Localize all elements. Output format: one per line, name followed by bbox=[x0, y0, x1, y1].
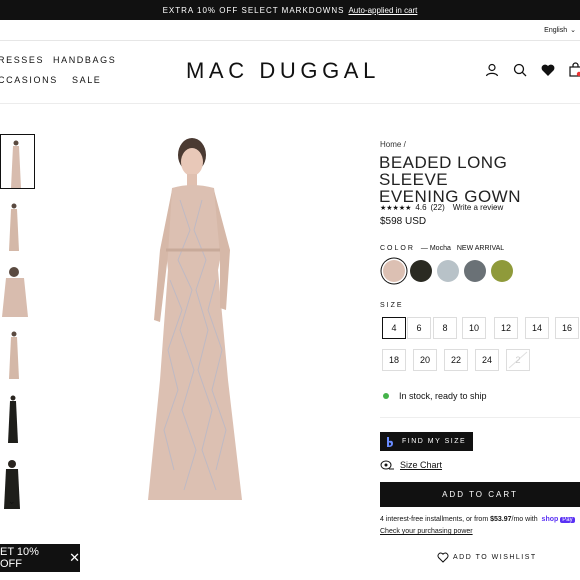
cart-icon[interactable] bbox=[568, 62, 580, 78]
size-chart-label: Size Chart bbox=[400, 460, 443, 470]
size-option[interactable]: 22 bbox=[444, 349, 468, 371]
color-label: COLOR bbox=[380, 245, 415, 252]
add-to-cart-button[interactable]: ADD TO CART bbox=[380, 482, 580, 507]
title-line: BEADED LONG SLEEVE bbox=[379, 153, 508, 189]
nav-item-handbags[interactable]: HANDBAGS bbox=[53, 55, 116, 65]
add-to-wishlist-button[interactable]: ADD TO WISHLIST bbox=[437, 552, 537, 563]
chevron-down-icon[interactable]: ⌄ bbox=[570, 26, 576, 34]
nav-item-sale[interactable]: SALE bbox=[72, 75, 101, 85]
size-option[interactable]: 20 bbox=[413, 349, 437, 371]
product-title: BEADED LONG SLEEVE EVENING GOWN bbox=[379, 154, 579, 205]
size-option[interactable]: 6 bbox=[407, 317, 431, 339]
swatch-charcoal[interactable] bbox=[464, 260, 486, 282]
find-my-size-button[interactable]: FIND MY SIZE bbox=[380, 432, 473, 451]
gallery-thumbnail[interactable] bbox=[0, 454, 35, 509]
swatch-silver[interactable] bbox=[437, 260, 459, 282]
review-count[interactable]: (22) bbox=[431, 203, 445, 212]
divider bbox=[380, 417, 580, 418]
close-icon[interactable]: ✕ bbox=[69, 550, 80, 566]
check-purchasing-power-link[interactable]: Check your purchasing power bbox=[380, 528, 473, 535]
promo-bar: EXTRA 10% OFF SELECT MARKDOWNS Auto-appl… bbox=[0, 0, 580, 20]
size-option[interactable]: 16 bbox=[555, 317, 579, 339]
price: $598 USD bbox=[380, 216, 427, 227]
size-option[interactable]: 8 bbox=[433, 317, 457, 339]
size-chart-link[interactable]: Size Chart bbox=[380, 460, 442, 470]
search-icon[interactable] bbox=[512, 62, 528, 78]
language-bar: English ⌄ bbox=[0, 20, 580, 40]
size-option[interactable]: 24 bbox=[475, 349, 499, 371]
promo-link[interactable]: Auto-applied in cart bbox=[348, 6, 417, 15]
rating-row: ★★★★★ 4.6 (22) Write a review bbox=[380, 203, 503, 212]
size-option-unavailable: 2 bbox=[506, 349, 530, 371]
stock-status: In stock, ready to ship bbox=[383, 391, 487, 401]
size-option[interactable]: 10 bbox=[462, 317, 486, 339]
stock-text: In stock, ready to ship bbox=[399, 391, 487, 401]
size-label: SIZE bbox=[380, 302, 404, 309]
size-label-unavailable: 2 bbox=[515, 355, 521, 365]
language-selector[interactable]: English bbox=[544, 27, 567, 34]
gallery-thumbnail[interactable] bbox=[0, 390, 35, 445]
gallery-thumbnail[interactable] bbox=[0, 198, 35, 253]
installments-text: 4 interest-free installments, or from $5… bbox=[380, 516, 575, 523]
size-option[interactable]: 12 bbox=[494, 317, 518, 339]
user-icon[interactable] bbox=[484, 62, 500, 78]
product-image bbox=[148, 138, 242, 500]
installments-amount: $53.97 bbox=[490, 516, 512, 523]
gallery-thumbnail[interactable] bbox=[0, 326, 35, 381]
shop-pay-logo: shop bbox=[541, 516, 559, 523]
gallery-thumbnail[interactable] bbox=[0, 262, 35, 317]
discount-popup[interactable]: ET 10% OFF ✕ bbox=[0, 544, 80, 572]
in-stock-dot-icon bbox=[383, 393, 389, 399]
find-size-label: FIND MY SIZE bbox=[402, 438, 467, 445]
rating-value: 4.6 bbox=[415, 203, 427, 212]
swatch-black-gold[interactable] bbox=[410, 260, 432, 282]
swatch-mocha[interactable] bbox=[383, 260, 405, 282]
color-value: — Mocha bbox=[420, 245, 451, 252]
breadcrumb[interactable]: Home / bbox=[380, 140, 406, 149]
chevron-down-icon[interactable]: ⌄ bbox=[8, 496, 16, 507]
new-arrival-badge: NEW ARRIVAL bbox=[456, 245, 505, 252]
tape-measure-icon bbox=[380, 460, 394, 470]
brand-logo[interactable]: MAC DUGGAL bbox=[186, 58, 380, 84]
heart-outline-icon bbox=[437, 552, 449, 563]
installments-suffix: /mo with bbox=[511, 516, 538, 523]
swatch-olive[interactable] bbox=[491, 260, 513, 282]
nav-item-dresses[interactable]: RESSES bbox=[0, 55, 44, 65]
size-option[interactable]: 18 bbox=[382, 349, 406, 371]
gallery-thumbnail[interactable] bbox=[0, 134, 35, 189]
promo-text: EXTRA 10% OFF SELECT MARKDOWNS bbox=[162, 5, 345, 15]
size-option[interactable]: 4 bbox=[382, 317, 406, 339]
installments-prefix: 4 interest-free installments, or from bbox=[380, 516, 489, 523]
shop-pay-badge: Pay bbox=[560, 517, 575, 523]
stars-icon: ★★★★★ bbox=[380, 204, 412, 212]
heart-icon[interactable] bbox=[540, 62, 556, 78]
size-option[interactable]: 14 bbox=[525, 317, 549, 339]
discount-popup-text[interactable]: ET 10% OFF bbox=[0, 546, 59, 570]
nav-item-occasions[interactable]: CCASIONS bbox=[0, 75, 58, 85]
write-review-link[interactable]: Write a review bbox=[453, 203, 504, 212]
wishlist-label: ADD TO WISHLIST bbox=[453, 554, 537, 561]
color-row: COLOR — Mocha NEW ARRIVAL bbox=[380, 245, 504, 252]
divider bbox=[0, 40, 580, 41]
find-size-logo-icon bbox=[387, 436, 393, 447]
divider bbox=[0, 103, 580, 104]
